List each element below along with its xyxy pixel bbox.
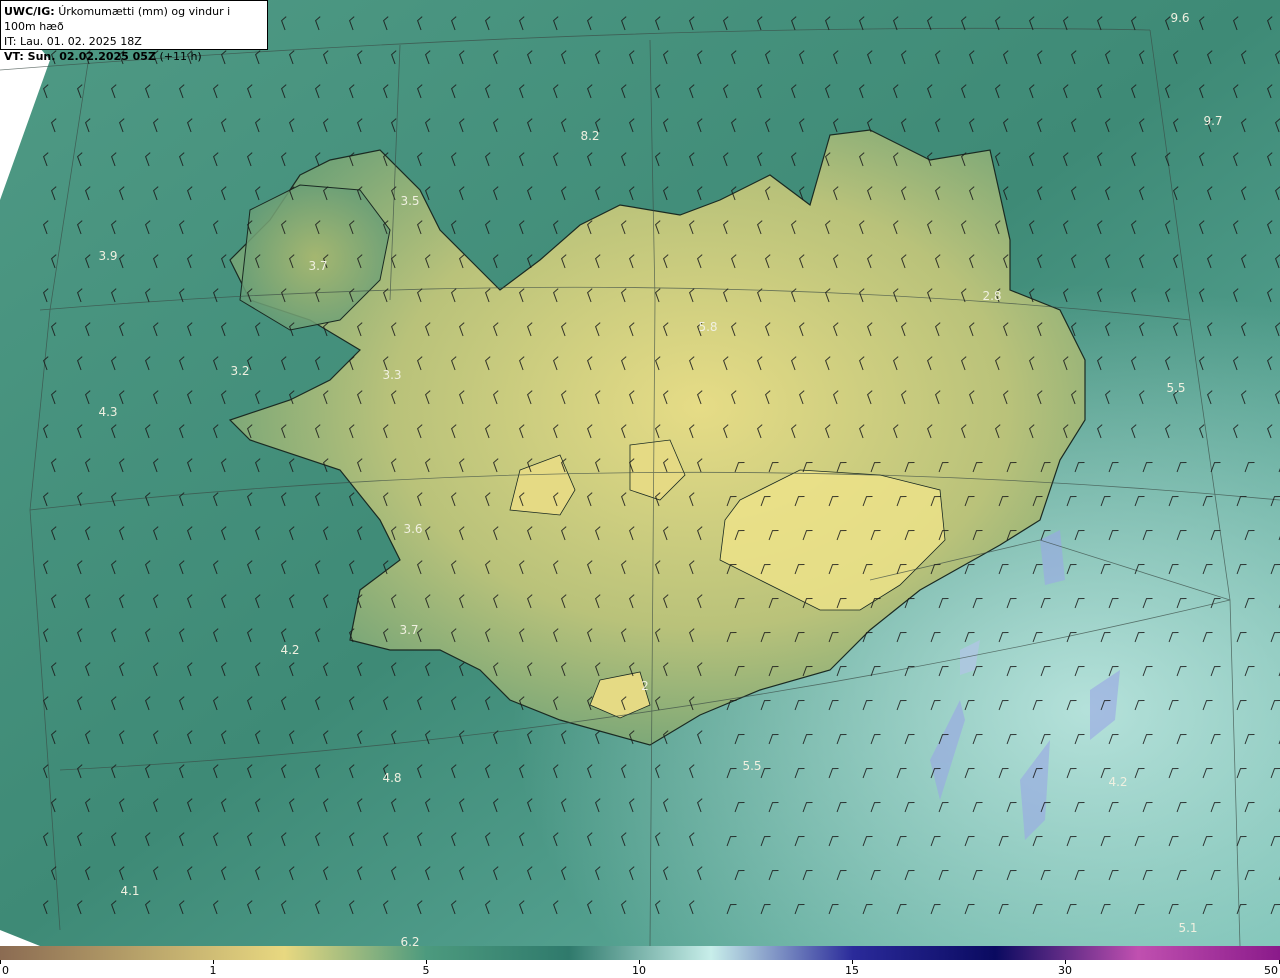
precip-value-label: 8.2: [580, 129, 599, 143]
precip-value-label: 5.5: [1166, 381, 1185, 395]
precip-value-label: 3.3: [382, 368, 401, 382]
precip-value-label: 5.8: [698, 320, 717, 334]
valid-time: VT: Sun. 02.02.2025 05Z: [4, 50, 156, 63]
precip-value-label: 4.8: [382, 771, 401, 785]
precip-value-label: 4.3: [98, 405, 117, 419]
colorbar-label: 5: [422, 964, 430, 977]
colorbar-label: 50: [1264, 964, 1278, 977]
precip-value-label: 4.2: [1108, 775, 1127, 789]
precip-value-label: 3.6: [403, 522, 422, 536]
precip-value-label: 5.1: [1178, 921, 1197, 935]
precip-value-label: 5.5: [742, 759, 761, 773]
lead-time: (+11 h): [159, 50, 202, 63]
colorbar-label: 1: [209, 964, 217, 977]
precip-value-label: 2: [641, 679, 649, 693]
initial-time: IT: Lau. 01. 02. 2025 18Z: [4, 35, 142, 48]
precip-value-label: 4.1: [120, 884, 139, 898]
precip-value-label: 9.6: [1170, 11, 1189, 25]
precip-value-label: 3.2: [230, 364, 249, 378]
map-viewer: 9.6 9.7 8.2 3.5 3.9 3.7 5.8 2.8 3.2 3.3 4.3 5.5 3.6 3…: [0, 0, 1280, 978]
colorbar-gradient: [0, 946, 1280, 960]
precip-value-label: 9.7: [1203, 114, 1222, 128]
precip-value-label: 3.9: [98, 249, 117, 263]
colorbar-label: 30: [1058, 964, 1072, 977]
map-title-box: UWC/IG: Úrkomumætti (mm) og vindur i 100…: [0, 0, 268, 63]
precip-value-label: 3.5: [400, 194, 419, 208]
colorbar-label: 15: [845, 964, 859, 977]
precip-value-label: 3.7: [308, 259, 327, 273]
precip-value-label: 3.7: [399, 623, 418, 637]
colorbar-label: 0: [2, 964, 9, 977]
colorbar-legend: 0 1 5 10 15 30 50: [0, 946, 1280, 978]
precip-value-label: 2.8: [982, 289, 1001, 303]
colorbar-tick: [0, 960, 1, 964]
product-code: UWC/IG:: [4, 5, 55, 18]
forecast-map: 9.6 9.7 8.2 3.5 3.9 3.7 5.8 2.8 3.2 3.3 4.3 5.5 3.6 3…: [0, 0, 1280, 946]
precip-value-label: 6.2: [400, 935, 419, 946]
precip-value-label: 4.2: [280, 643, 299, 657]
colorbar-label: 10: [632, 964, 646, 977]
